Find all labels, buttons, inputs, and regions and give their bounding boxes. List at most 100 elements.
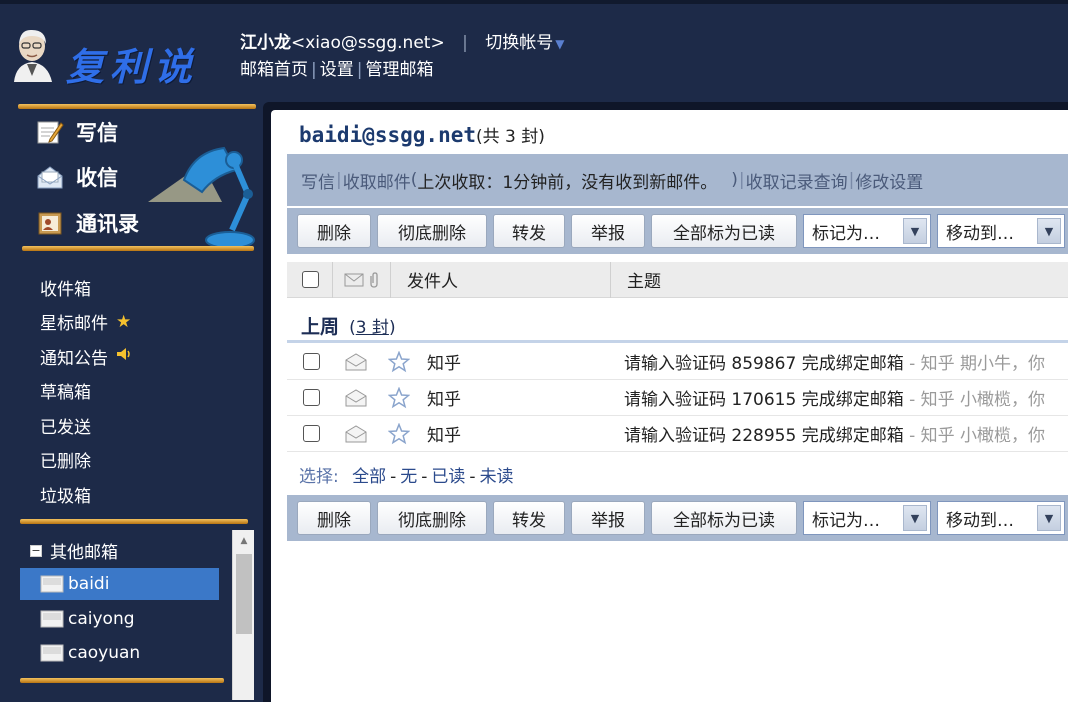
select-all-checkbox[interactable] — [302, 271, 319, 288]
other-mailboxes-toggle[interactable]: − 其他邮箱 — [30, 538, 118, 563]
envelope-open-icon — [345, 388, 367, 406]
column-icons — [333, 261, 391, 298]
row-checkbox[interactable] — [302, 389, 320, 406]
mark-all-read-button[interactable]: 全部标为已读 — [651, 214, 797, 248]
purge-button[interactable]: 彻底删除 — [377, 214, 487, 248]
compose-label: 写信 — [76, 121, 118, 145]
delete-button[interactable]: 删除 — [297, 501, 371, 535]
receive-history-link[interactable]: 收取记录查询 — [746, 168, 848, 193]
lamp-icon — [148, 146, 255, 249]
star-toggle-icon[interactable] — [379, 350, 419, 373]
folder-sent[interactable]: 已发送 — [40, 408, 240, 443]
open-paren: ( — [410, 170, 418, 190]
email-subject: 请输入验证码 859867 完成绑定邮箱 - 知乎 期小牛，你 — [624, 354, 1046, 374]
contacts-button[interactable]: 通讯录 — [36, 208, 139, 238]
column-subject[interactable]: 主题 — [611, 267, 661, 292]
email-sender: 知乎 — [427, 390, 461, 410]
group-header: 上周 (3 封) — [301, 312, 396, 339]
divider: | — [462, 33, 468, 53]
folder-drafts[interactable]: 草稿箱 — [40, 374, 240, 409]
folder-spam[interactable]: 垃圾箱 — [40, 477, 240, 512]
mail-list-panel: baidi@ssgg.net(共 3 封) 写信 | 收取邮件( 上次收取：1分钟… — [271, 110, 1068, 702]
folder-starred[interactable]: 星标邮件 ★ — [40, 305, 240, 340]
group-label: 上周 — [301, 316, 340, 338]
select-all-link[interactable]: 全部 — [352, 467, 386, 487]
modify-settings-link[interactable]: 修改设置 — [855, 168, 923, 193]
account-caiyong[interactable]: caiyong — [20, 603, 219, 635]
move-to-select[interactable]: 移动到… ▼ — [937, 214, 1065, 248]
contacts-label: 通讯录 — [76, 212, 139, 236]
sidebar-divider-end — [20, 678, 224, 683]
report-button[interactable]: 举报 — [571, 214, 645, 248]
chevron-down-icon[interactable]: ▼ — [903, 505, 927, 531]
star-toggle-icon[interactable] — [379, 422, 419, 445]
select-none-link[interactable]: 无 — [400, 467, 417, 487]
mailbox-icon — [40, 610, 64, 628]
sidebar-divider-mid — [22, 246, 254, 251]
compose-icon — [37, 121, 64, 144]
caret-down-icon[interactable]: ▼ — [555, 37, 564, 51]
check-mail-label: 收信 — [76, 166, 118, 190]
mail-count: (共 3 封) — [476, 127, 545, 147]
toolbar-bottom: 删除 彻底删除 转发 举报 全部标为已读 标记为… ▼ 移动到… ▼ — [287, 495, 1068, 541]
report-button[interactable]: 举报 — [571, 501, 645, 535]
select-unread-link[interactable]: 未读 — [480, 467, 514, 487]
star-icon: ★ — [116, 311, 132, 332]
folder-deleted[interactable]: 已删除 — [40, 443, 240, 478]
mark-as-select[interactable]: 标记为… ▼ — [803, 214, 931, 248]
envelope-open-icon — [345, 352, 367, 370]
mark-as-select[interactable]: 标记为… ▼ — [803, 501, 931, 535]
chevron-down-icon[interactable]: ▼ — [1037, 505, 1061, 531]
top-strip — [0, 0, 1068, 4]
other-mailboxes: − 其他邮箱 baidi caiyong caoyuan ▲ — [20, 530, 256, 700]
accounts-scrollbar[interactable]: ▲ — [232, 530, 254, 700]
nav-settings[interactable]: 设置 — [320, 60, 354, 80]
mark-all-read-button[interactable]: 全部标为已读 — [651, 501, 797, 535]
forward-button[interactable]: 转发 — [493, 501, 565, 535]
mailbox-icon — [40, 644, 64, 662]
account-baidi[interactable]: baidi — [20, 568, 219, 600]
column-from[interactable]: 发件人 — [391, 261, 611, 298]
speaker-icon — [116, 346, 132, 366]
email-subject: 请输入验证码 228955 完成绑定邮箱 - 知乎 小橄榄，你 — [624, 426, 1046, 446]
scroll-thumb[interactable] — [236, 554, 252, 634]
forward-button[interactable]: 转发 — [493, 214, 565, 248]
email-subject: 请输入验证码 170615 完成绑定邮箱 - 知乎 小橄榄，你 — [624, 390, 1046, 410]
row-checkbox[interactable] — [302, 353, 320, 370]
chevron-down-icon[interactable]: ▼ — [1037, 218, 1061, 244]
email-row[interactable]: 知乎 请输入验证码 228955 完成绑定邮箱 - 知乎 小橄榄，你 — [287, 416, 1068, 452]
move-to-select[interactable]: 移动到… ▼ — [937, 501, 1065, 535]
chevron-down-icon[interactable]: ▼ — [903, 218, 927, 244]
delete-button[interactable]: 删除 — [297, 214, 371, 248]
folder-inbox[interactable]: 收件箱 — [40, 270, 240, 305]
select-row: 选择: 全部 - 无 - 已读 - 未读 — [299, 467, 514, 487]
collapse-icon[interactable]: − — [30, 544, 42, 557]
folder-notices[interactable]: 通知公告 — [40, 339, 240, 374]
receive-mail-link[interactable]: 收取邮件 — [343, 168, 411, 193]
nav-manage-mailbox[interactable]: 管理邮箱 — [365, 60, 433, 80]
select-read-link[interactable]: 已读 — [431, 467, 465, 487]
star-toggle-icon[interactable] — [379, 386, 419, 409]
mailbox-title: baidi@ssgg.net(共 3 封) — [299, 122, 545, 147]
sidebar-divider-bottom — [20, 519, 248, 524]
account-caoyuan[interactable]: caoyuan — [20, 637, 219, 669]
check-mail-button[interactable]: 收信 — [36, 162, 118, 192]
row-checkbox[interactable] — [302, 425, 320, 442]
scroll-up-arrow-icon[interactable]: ▲ — [233, 530, 255, 552]
purge-button[interactable]: 彻底删除 — [377, 501, 487, 535]
mailbox-address: baidi@ssgg.net — [299, 123, 477, 147]
envelope-open-icon — [345, 424, 367, 442]
envelope-icon — [344, 273, 364, 286]
column-header: 发件人 主题 — [287, 261, 1068, 298]
user-line: 江小龙<xiao@ssgg.net> | 切换帐号 ▼ — [240, 28, 564, 53]
switch-account-link[interactable]: 切换帐号 — [485, 33, 553, 53]
logo-text: 复利说 — [66, 44, 199, 89]
email-row[interactable]: 知乎 请输入验证码 170615 完成绑定邮箱 - 知乎 小橄榄，你 — [287, 380, 1068, 416]
compose-button[interactable]: 写信 — [36, 117, 118, 147]
email-row[interactable]: 知乎 请输入验证码 859867 完成绑定邮箱 - 知乎 期小牛，你 — [287, 344, 1068, 380]
group-count[interactable]: (3 封) — [349, 318, 396, 338]
info-compose-link[interactable]: 写信 — [301, 168, 335, 193]
nav-mailbox-home[interactable]: 邮箱首页 — [240, 60, 308, 80]
email-sender: 知乎 — [427, 354, 461, 374]
user-email: <xiao@ssgg.net> — [291, 33, 445, 53]
